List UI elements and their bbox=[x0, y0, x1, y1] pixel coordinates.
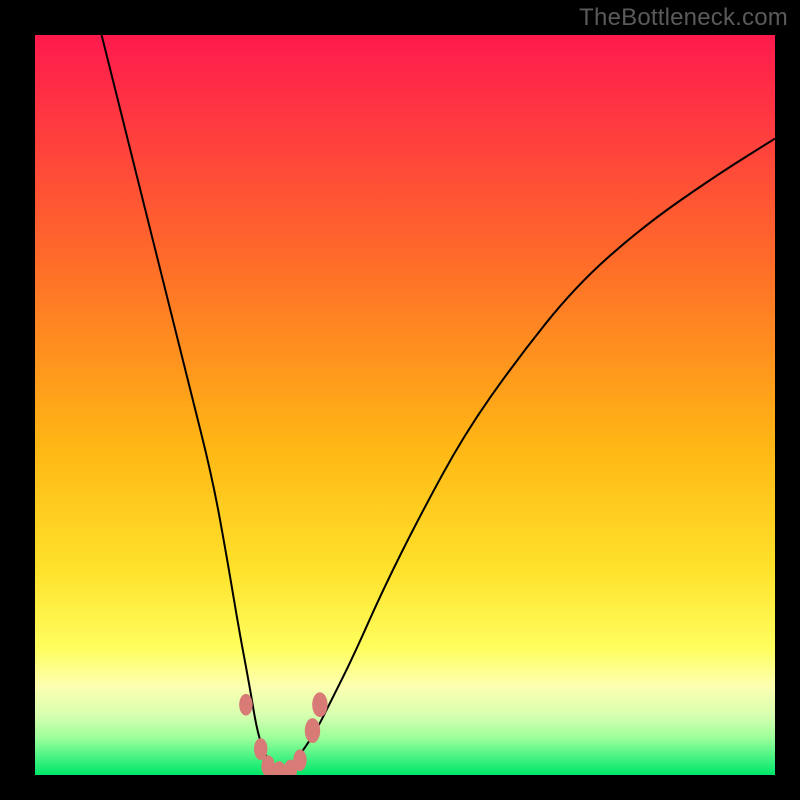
watermark-text: TheBottleneck.com bbox=[579, 4, 788, 32]
data-marker bbox=[293, 749, 306, 771]
bottleneck-chart bbox=[35, 35, 775, 775]
data-marker bbox=[239, 694, 252, 716]
data-marker bbox=[312, 692, 327, 717]
chart-frame bbox=[35, 35, 775, 775]
data-marker bbox=[305, 718, 320, 743]
chart-background bbox=[35, 35, 775, 775]
